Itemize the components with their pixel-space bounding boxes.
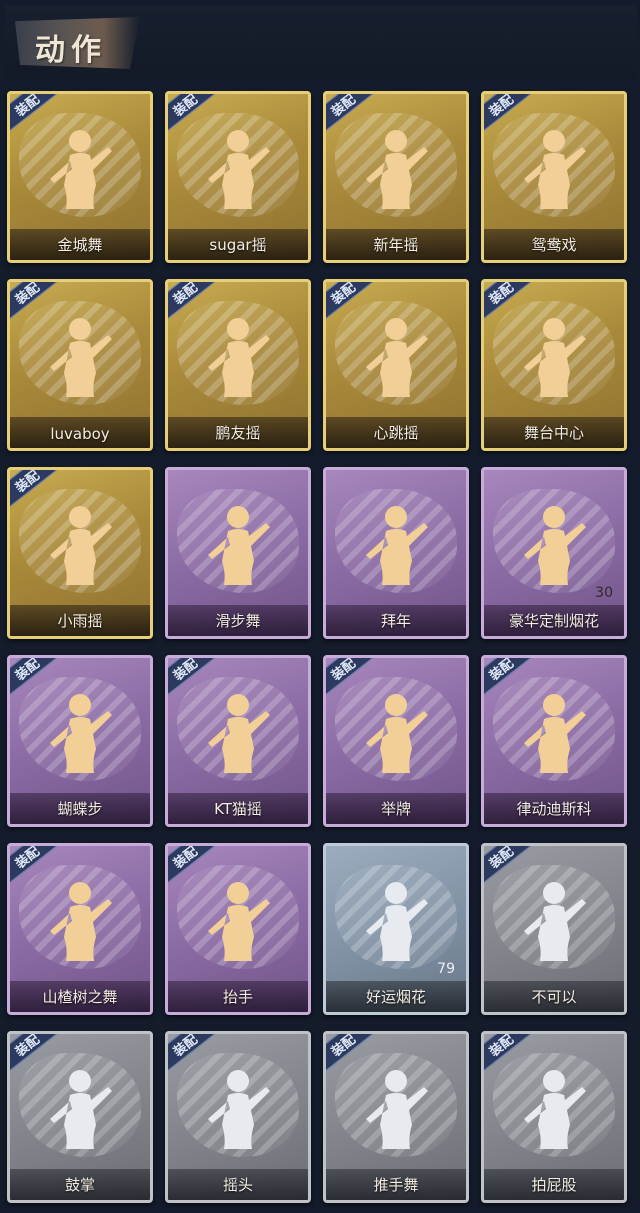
dance-pose-icon (50, 318, 112, 397)
dance-pose-icon (50, 130, 112, 209)
equipped-badge-text: 装配 (12, 467, 43, 496)
action-card[interactable]: 滑步舞 (165, 467, 311, 639)
equipped-badge-text: 装配 (170, 91, 201, 120)
equipped-badge-text: 装配 (12, 279, 43, 308)
card-label: 推手舞 (373, 1176, 419, 1194)
equipped-badge-text: 装配 (328, 91, 359, 120)
action-card[interactable]: KT猫摇 装配 (165, 655, 311, 827)
card-label: luvaboy (50, 425, 110, 443)
action-card[interactable]: 推手舞 装配 (323, 1031, 469, 1203)
equipped-badge-text: 装配 (170, 1031, 201, 1060)
card-label: 拜年 (380, 612, 411, 630)
action-card[interactable]: 鼓掌 装配 (7, 1031, 153, 1203)
action-card[interactable]: 律动迪斯科 装配 (481, 655, 627, 827)
dance-pose-icon (208, 694, 270, 773)
equipped-badge-text: 装配 (486, 655, 517, 684)
action-card[interactable]: 拜年 (323, 467, 469, 639)
raise-hand-icon (208, 882, 270, 961)
equipped-badge-text: 装配 (486, 279, 517, 308)
equipped-badge-text: 装配 (486, 1031, 517, 1060)
action-card[interactable]: sugar摇 装配 (165, 91, 311, 263)
card-label: 好运烟花 (365, 988, 426, 1006)
dance-pose-icon (208, 318, 270, 397)
page-title: 动作 (35, 33, 107, 68)
dance-pose-icon (524, 130, 586, 209)
card-label: 山楂树之舞 (42, 988, 118, 1006)
card-label: 鹏友摇 (215, 424, 261, 442)
card-label: 鸳鸯戏 (531, 236, 577, 254)
card-label: 豪华定制烟花 (508, 612, 599, 630)
action-card[interactable]: 新年摇 装配 (323, 91, 469, 263)
equipped-badge-text: 装配 (170, 843, 201, 872)
card-label: 不可以 (531, 988, 577, 1006)
equipped-badge-text: 装配 (328, 279, 359, 308)
card-label: 滑步舞 (215, 612, 261, 630)
fireworks-box-icon (524, 506, 586, 585)
dance-pose-icon (366, 318, 428, 397)
action-card[interactable]: 小雨摇 装配 (7, 467, 153, 639)
bow-pose-icon (366, 506, 428, 585)
action-card[interactable]: 心跳摇 装配 (323, 279, 469, 451)
action-card[interactable]: 抬手 装配 (165, 843, 311, 1015)
card-label: 举牌 (380, 800, 411, 818)
equipped-badge-text: 装配 (170, 279, 201, 308)
dance-pose-icon (208, 130, 270, 209)
equipped-badge-text: 装配 (170, 655, 201, 684)
dance-pose-icon (524, 318, 586, 397)
card-label: 摇头 (222, 1176, 253, 1194)
action-card[interactable]: 摇头 装配 (165, 1031, 311, 1203)
equipped-badge-text: 装配 (486, 91, 517, 120)
card-label: 律动迪斯科 (516, 800, 592, 818)
action-card[interactable]: 鸳鸯戏 装配 (481, 91, 627, 263)
head-shake-icon (208, 1070, 270, 1149)
equipped-badge-text: 装配 (12, 1031, 43, 1060)
sign-holding-icon (366, 694, 428, 773)
action-card[interactable]: 好运烟花 79 (323, 843, 469, 1015)
action-card[interactable]: 山楂树之舞 装配 (7, 843, 153, 1015)
action-card[interactable]: 舞台中心 装配 (481, 279, 627, 451)
equipped-badge-text: 装配 (328, 655, 359, 684)
dance-pose-icon (208, 506, 270, 585)
card-label: 心跳摇 (373, 424, 419, 442)
push-dance-icon (366, 1070, 428, 1149)
firework-can-icon (366, 882, 428, 961)
dance-pose-icon (50, 506, 112, 585)
action-card[interactable]: 举牌 装配 (323, 655, 469, 827)
card-label: 拍屁股 (531, 1176, 577, 1194)
card-label: 抬手 (222, 988, 253, 1006)
equipped-badge-text: 装配 (12, 91, 43, 120)
action-card[interactable]: 不可以 装配 (481, 843, 627, 1015)
dance-pose-icon (50, 882, 112, 961)
card-label: 小雨摇 (57, 612, 103, 630)
dance-pose-icon (50, 694, 112, 773)
equipped-badge-text: 装配 (486, 843, 517, 872)
action-card[interactable]: luvaboy 装配 (7, 279, 153, 451)
item-count: 79 (437, 961, 455, 977)
action-card[interactable]: 豪华定制烟花 30 (481, 467, 627, 639)
action-card[interactable]: 鹏友摇 装配 (165, 279, 311, 451)
card-label: 鼓掌 (64, 1176, 95, 1194)
action-card[interactable]: 拍屁股 装配 (481, 1031, 627, 1203)
action-card[interactable]: 金城舞 装配 (7, 91, 153, 263)
action-card[interactable]: 蝴蝶步 装配 (7, 655, 153, 827)
equipped-badge-text: 装配 (328, 1031, 359, 1060)
clapping-hands-icon (50, 1070, 112, 1149)
finger-wag-icon (524, 882, 586, 961)
card-label: 金城舞 (57, 236, 103, 254)
equipped-badge-text: 装配 (12, 655, 43, 684)
card-label: sugar摇 (209, 236, 267, 254)
card-label: KT猫摇 (214, 800, 262, 818)
header-bar: 动作 (5, 5, 637, 80)
pat-pose-icon (524, 1070, 586, 1149)
equipped-badge-text: 装配 (12, 843, 43, 872)
card-label: 舞台中心 (523, 424, 584, 442)
card-label: 新年摇 (373, 236, 419, 254)
item-count: 30 (595, 585, 613, 601)
card-label: 蝴蝶步 (57, 800, 103, 818)
disco-pose-icon (524, 694, 586, 773)
dance-pose-icon (366, 130, 428, 209)
